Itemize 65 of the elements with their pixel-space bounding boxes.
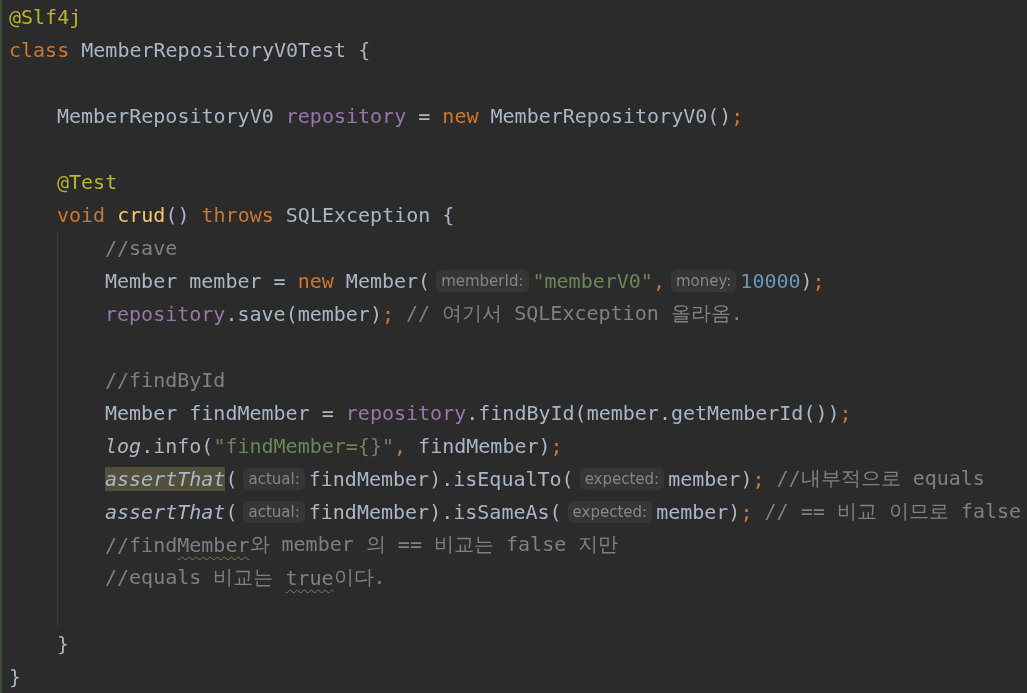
code-text: member) bbox=[656, 499, 741, 524]
method-name: crud bbox=[116, 202, 166, 227]
parameter-hint: money: bbox=[670, 269, 737, 292]
string-literal: "memberV0" bbox=[532, 268, 653, 293]
parameter-hint: actual: bbox=[243, 500, 305, 523]
annotation: @Slf4j bbox=[9, 4, 82, 29]
static-reference: log bbox=[105, 433, 142, 458]
punctuation: , bbox=[394, 433, 407, 458]
code-text: () bbox=[165, 202, 190, 227]
code-comment: 이다. bbox=[333, 564, 386, 591]
keyword: new bbox=[296, 268, 334, 293]
punctuation: ; bbox=[731, 103, 744, 128]
code-text: Member( bbox=[344, 268, 431, 293]
punctuation: ; bbox=[740, 499, 753, 524]
code-comment: //내부적으로 equals bbox=[775, 465, 985, 492]
code-comment: // 여기서 SQLException 올라옴. bbox=[405, 300, 743, 327]
parameter-hint: expected: bbox=[567, 500, 653, 523]
code-text: } bbox=[9, 664, 22, 689]
field-name: repository bbox=[344, 400, 467, 425]
code-text: member) bbox=[668, 466, 753, 491]
code-comment: //findById bbox=[105, 367, 226, 392]
number-literal: 10000 bbox=[740, 268, 801, 293]
code-text: findMember).isSameAs( bbox=[308, 499, 562, 524]
field-name: repository bbox=[105, 301, 226, 326]
keyword: void bbox=[57, 202, 106, 227]
code-text: = bbox=[417, 103, 431, 128]
static-reference: assertThat bbox=[105, 499, 226, 524]
punctuation: , bbox=[652, 268, 665, 293]
punctuation: ; bbox=[812, 268, 825, 293]
parameter-hint: actual: bbox=[243, 467, 305, 490]
code-comment: //save bbox=[105, 235, 178, 260]
code-comment: 와 member 의 == 비교는 false 지만 bbox=[249, 531, 619, 558]
keyword: class bbox=[9, 37, 70, 62]
static-reference: assertThat bbox=[105, 466, 226, 491]
punctuation: ; bbox=[839, 400, 852, 425]
code-comment: true bbox=[285, 565, 334, 590]
code-text: MemberRepositoryV0() bbox=[489, 103, 732, 128]
code-comment: //equals 비교는 bbox=[105, 564, 275, 591]
code-text: .findById(member.getMemberId()) bbox=[466, 400, 840, 425]
code-comment: // == 비교 이므로 false bbox=[763, 498, 1022, 525]
string-literal: "findMember={}" bbox=[213, 433, 394, 458]
code-text: MemberRepositoryV0 bbox=[57, 103, 274, 128]
annotation: @Test bbox=[57, 169, 118, 194]
code-text: Member findMember = bbox=[105, 400, 334, 425]
code-text: Member member = bbox=[105, 268, 286, 293]
field-name: repository bbox=[284, 103, 407, 128]
code-text: findMember).isEqualTo( bbox=[308, 466, 574, 491]
code-text: .info( bbox=[141, 433, 214, 458]
code-text: findMember) bbox=[417, 433, 551, 458]
code-text: MemberRepositoryV0Test { bbox=[80, 37, 371, 62]
punctuation: ; bbox=[381, 301, 394, 326]
code-comment: //find bbox=[105, 532, 178, 557]
punctuation: ; bbox=[752, 466, 765, 491]
code-text: SQLException { bbox=[284, 202, 455, 227]
parameter-hint: expected: bbox=[579, 467, 665, 490]
code-text: ) bbox=[800, 268, 813, 293]
keyword: new bbox=[441, 103, 479, 128]
code-text: .save(member) bbox=[225, 301, 382, 326]
code-text: } bbox=[57, 631, 70, 656]
punctuation: ; bbox=[550, 433, 563, 458]
code-text: ( bbox=[225, 499, 238, 524]
code-text: ( bbox=[225, 466, 238, 491]
keyword: throws bbox=[200, 202, 274, 227]
parameter-hint: memberId: bbox=[436, 269, 529, 292]
code-comment: Member bbox=[177, 532, 250, 557]
